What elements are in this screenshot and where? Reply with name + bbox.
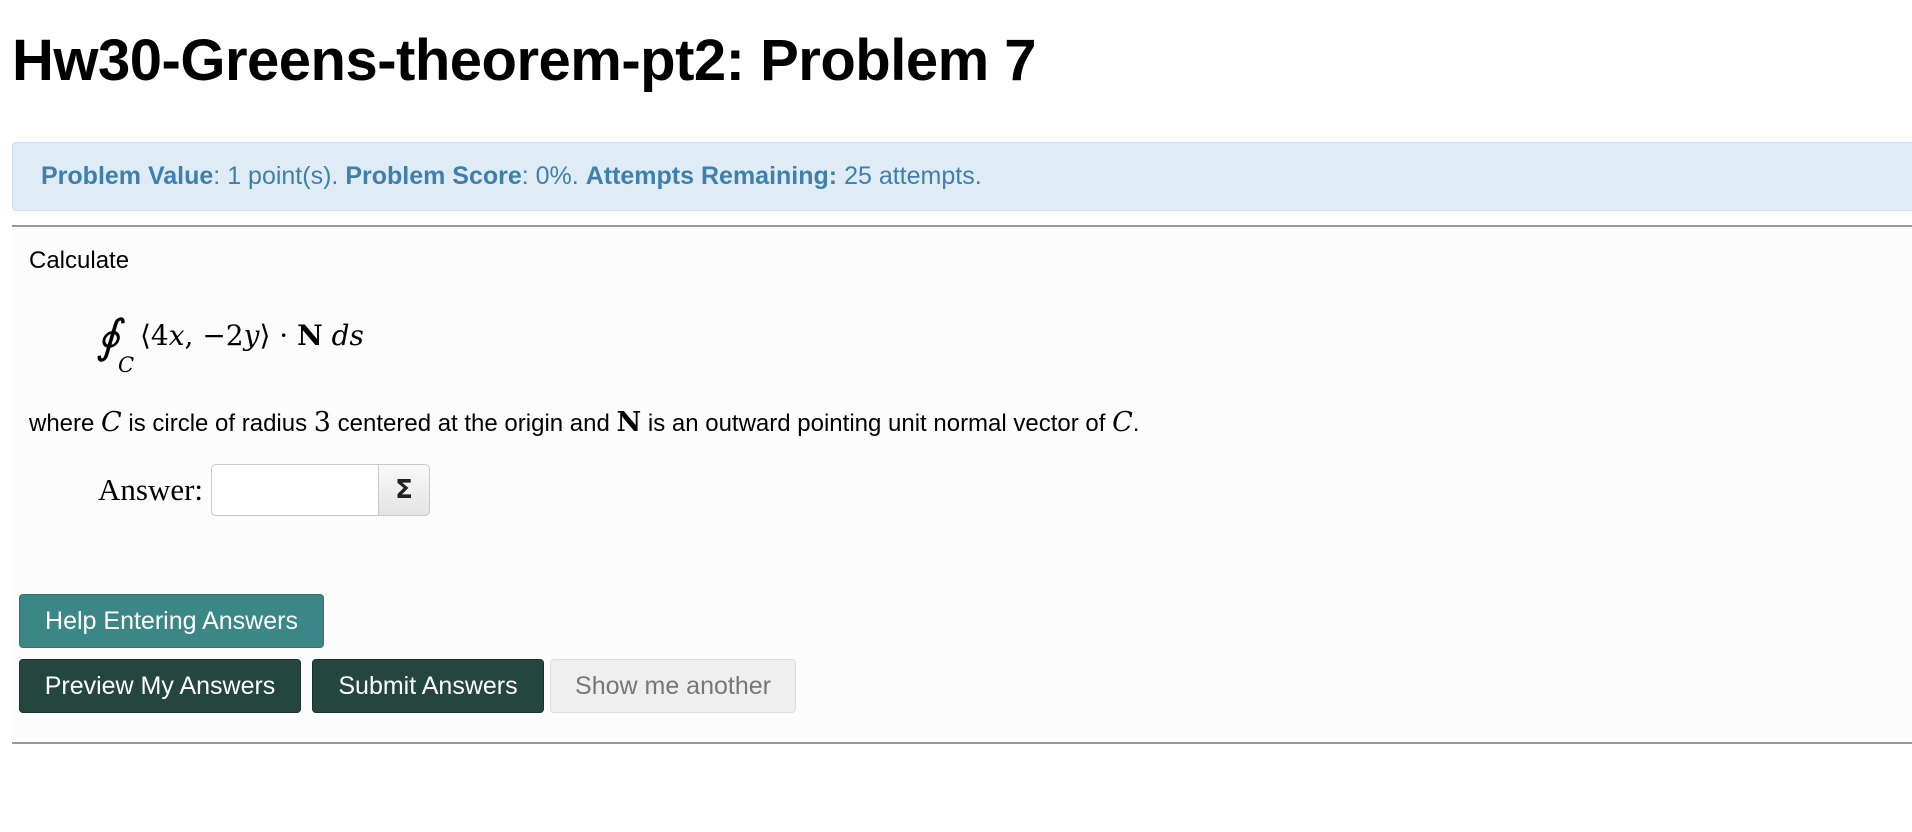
- problem-value-label: Problem Value: [41, 162, 214, 190]
- contour-integral-symbol: ∮: [96, 309, 120, 363]
- answer-input[interactable]: [211, 464, 379, 516]
- integrand-close: ⟩ ·: [259, 319, 298, 352]
- problem-score-label: Problem Score: [345, 162, 522, 190]
- problem-score-text: : 0%.: [521, 162, 579, 190]
- problem-intro: Calculate: [29, 247, 130, 274]
- problem-value-text: : 1 point(s).: [213, 162, 339, 190]
- statement-text: is circle of radius: [121, 410, 314, 437]
- integrand-open: ⟨4: [140, 319, 169, 352]
- attempts-remaining-text: 25 attempts.: [844, 162, 982, 190]
- statement-text: centered at the origin and: [330, 410, 617, 437]
- integrand-y: y: [243, 319, 260, 352]
- integrand-normal-vector: N: [297, 319, 323, 352]
- equation-editor-button[interactable]: Σ: [378, 464, 430, 516]
- math-curve-c: C: [101, 407, 122, 438]
- integrand-mid: , −2: [184, 319, 244, 352]
- integrand-ds: ds: [322, 319, 364, 352]
- problem-statement: where C is circle of radius 3 centered a…: [29, 407, 1139, 438]
- statement-text: is an outward pointing unit normal vecto…: [641, 410, 1113, 437]
- show-another-button[interactable]: Show me another: [550, 659, 796, 713]
- page-title: Hw30-Greens-theorem-pt2: Problem 7: [12, 28, 1037, 93]
- math-normal-vector: N: [616, 407, 642, 438]
- submit-answers-button[interactable]: Submit Answers: [312, 659, 544, 713]
- math-radius: 3: [313, 407, 331, 438]
- sigma-icon: Σ: [395, 475, 413, 505]
- statement-text: .: [1132, 410, 1140, 437]
- preview-answers-button[interactable]: Preview My Answers: [19, 659, 301, 713]
- help-entering-answers-button[interactable]: Help Entering Answers: [19, 594, 324, 648]
- problem-info-bar: Problem Value: 1 point(s). Problem Score…: [12, 142, 1912, 211]
- integrand: ⟨4x, −2y⟩ · N ds: [140, 319, 364, 352]
- attempts-remaining-label: Attempts Remaining:: [585, 162, 838, 190]
- answer-label: Answer:: [98, 472, 204, 507]
- math-curve-c: C: [1112, 407, 1133, 438]
- integral-subscript: C: [118, 353, 135, 377]
- integrand-x: x: [168, 319, 185, 352]
- statement-text: where: [29, 410, 102, 437]
